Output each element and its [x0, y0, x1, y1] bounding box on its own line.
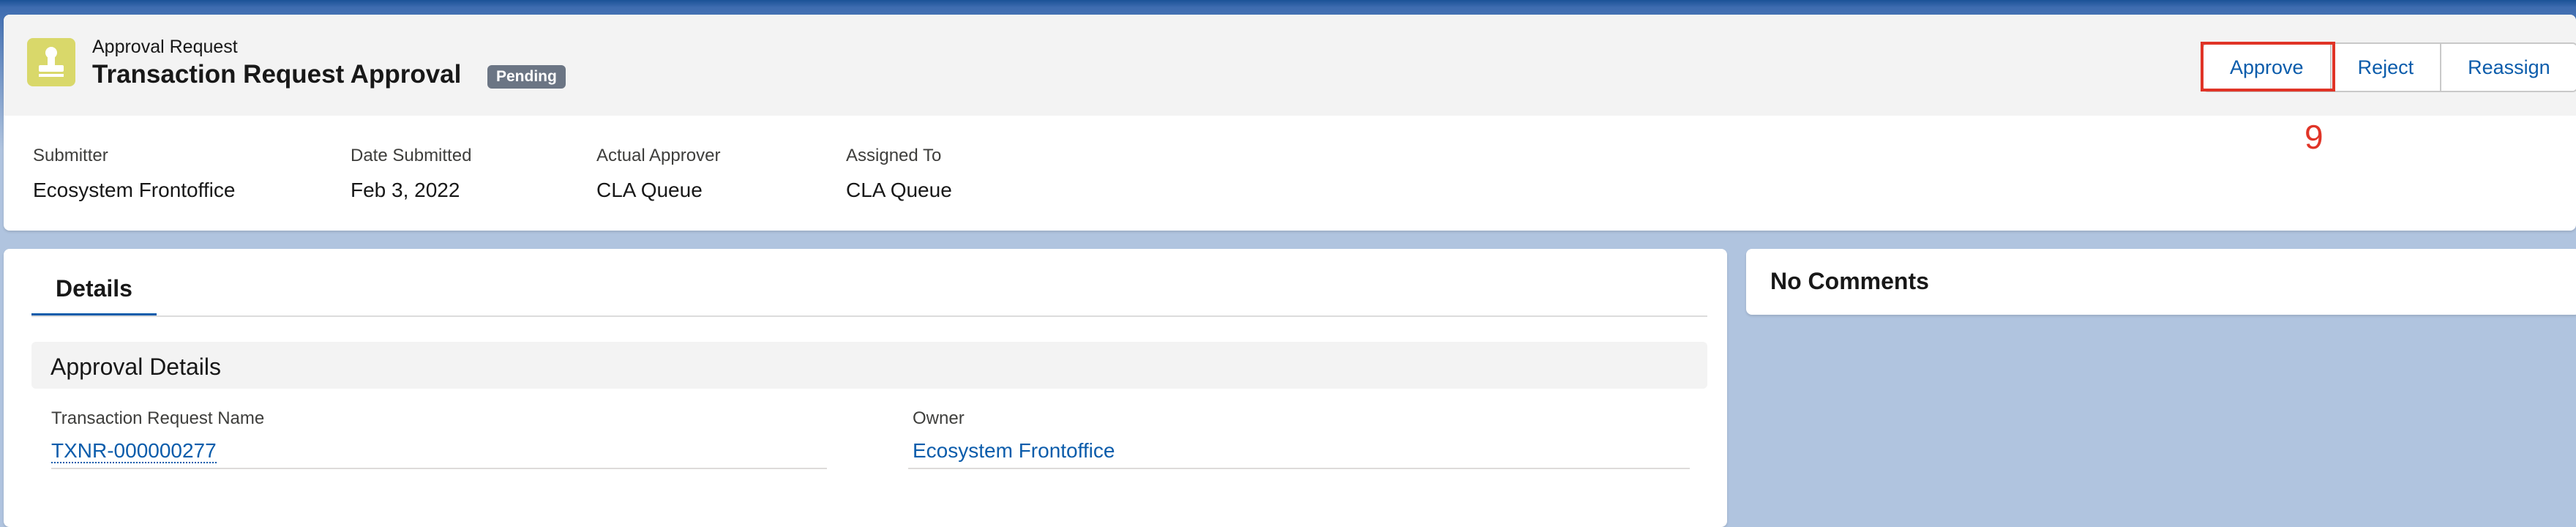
action-button-group: Approve Reject Reassign	[2202, 42, 2576, 92]
field-divider	[51, 468, 827, 469]
record-header: Approval Request Transaction Request App…	[4, 15, 2576, 231]
field-divider	[908, 468, 1690, 469]
page-title: Transaction Request Approval	[92, 60, 462, 89]
status-badge: Pending	[487, 65, 566, 89]
transaction-request-link[interactable]: TXNR-000000277	[51, 439, 217, 463]
object-type-label: Approval Request	[92, 37, 238, 57]
field-label-owner: Owner	[913, 408, 965, 428]
field-label-transaction-request-name: Transaction Request Name	[51, 408, 265, 428]
highlight-label-actual-approver: Actual Approver	[596, 146, 721, 165]
comments-panel: No Comments	[1746, 249, 2576, 315]
stamp-icon	[27, 38, 75, 86]
tab-details[interactable]: Details	[31, 249, 157, 317]
comments-title: No Comments	[1770, 268, 1929, 294]
highlight-value-actual-approver: CLA Queue	[596, 179, 703, 201]
highlight-value-assigned-to: CLA Queue	[846, 179, 952, 201]
tab-divider	[31, 315, 1707, 317]
highlight-label-submitter: Submitter	[33, 146, 108, 165]
details-panel: Details Approval Details Transaction Req…	[4, 249, 1727, 527]
transaction-request-link-text[interactable]: TXNR-000000277	[51, 439, 217, 463]
highlight-label-assigned-to: Assigned To	[846, 146, 942, 165]
annotation-number: 9	[2304, 118, 2324, 156]
reassign-button[interactable]: Reassign	[2440, 44, 2576, 91]
highlight-label-date-submitted: Date Submitted	[351, 146, 472, 165]
section-header-approval-details[interactable]: Approval Details	[31, 342, 1707, 389]
section-title: Approval Details	[50, 354, 221, 380]
approve-button[interactable]: Approve	[2204, 44, 2330, 91]
owner-link[interactable]: Ecosystem Frontoffice	[913, 439, 1115, 463]
highlight-value-submitter: Ecosystem Frontoffice	[33, 179, 236, 201]
highlight-value-date-submitted: Feb 3, 2022	[351, 179, 460, 201]
reject-button[interactable]: Reject	[2329, 44, 2441, 91]
